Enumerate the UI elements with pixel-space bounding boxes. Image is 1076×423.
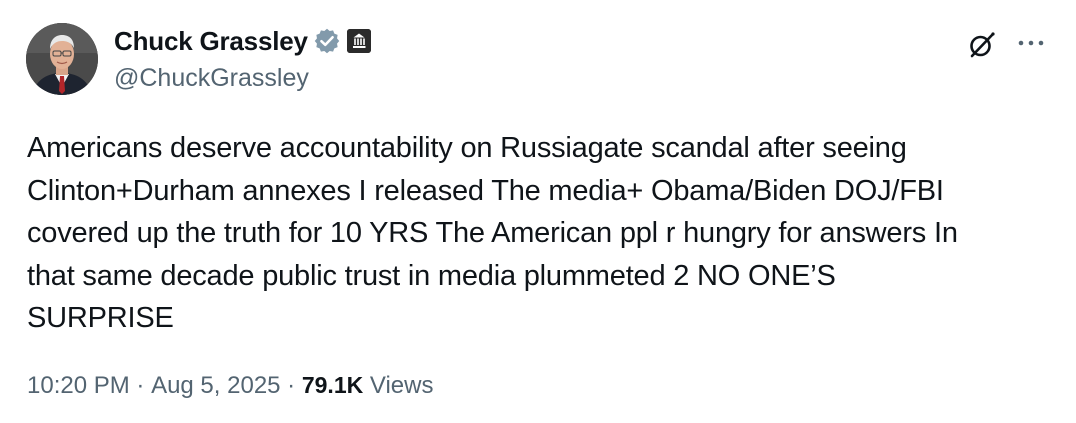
tweet-text: Americans deserve accountability on Russ… bbox=[27, 132, 958, 334]
author-block: Chuck Grassley @ChuckGrassley bbox=[114, 24, 371, 93]
verified-badge-icon[interactable] bbox=[313, 27, 341, 55]
name-row: Chuck Grassley bbox=[114, 24, 371, 58]
tweet-meta: 10:20 PM · Aug 5, 2025 · 79.1K Views bbox=[27, 372, 433, 400]
meta-separator: · bbox=[280, 372, 302, 399]
avatar[interactable] bbox=[26, 23, 98, 95]
tweet-card: Chuck Grassley @ChuckGrassley Americans … bbox=[0, 0, 1076, 423]
government-building-icon[interactable] bbox=[346, 29, 371, 53]
tweet-time[interactable]: 10:20 PM bbox=[27, 372, 130, 400]
tweet-date[interactable]: Aug 5, 2025 bbox=[151, 372, 280, 400]
meta-separator: · bbox=[129, 372, 152, 399]
views-count[interactable]: 79.1K bbox=[302, 372, 363, 399]
views-label: Views bbox=[363, 372, 434, 399]
author-display-name[interactable]: Chuck Grassley bbox=[114, 26, 308, 57]
avatar-image bbox=[26, 23, 98, 95]
author-handle[interactable]: @ChuckGrassley bbox=[114, 64, 371, 93]
more-dots-icon[interactable] bbox=[1015, 31, 1047, 55]
grok-icon[interactable] bbox=[967, 30, 997, 60]
